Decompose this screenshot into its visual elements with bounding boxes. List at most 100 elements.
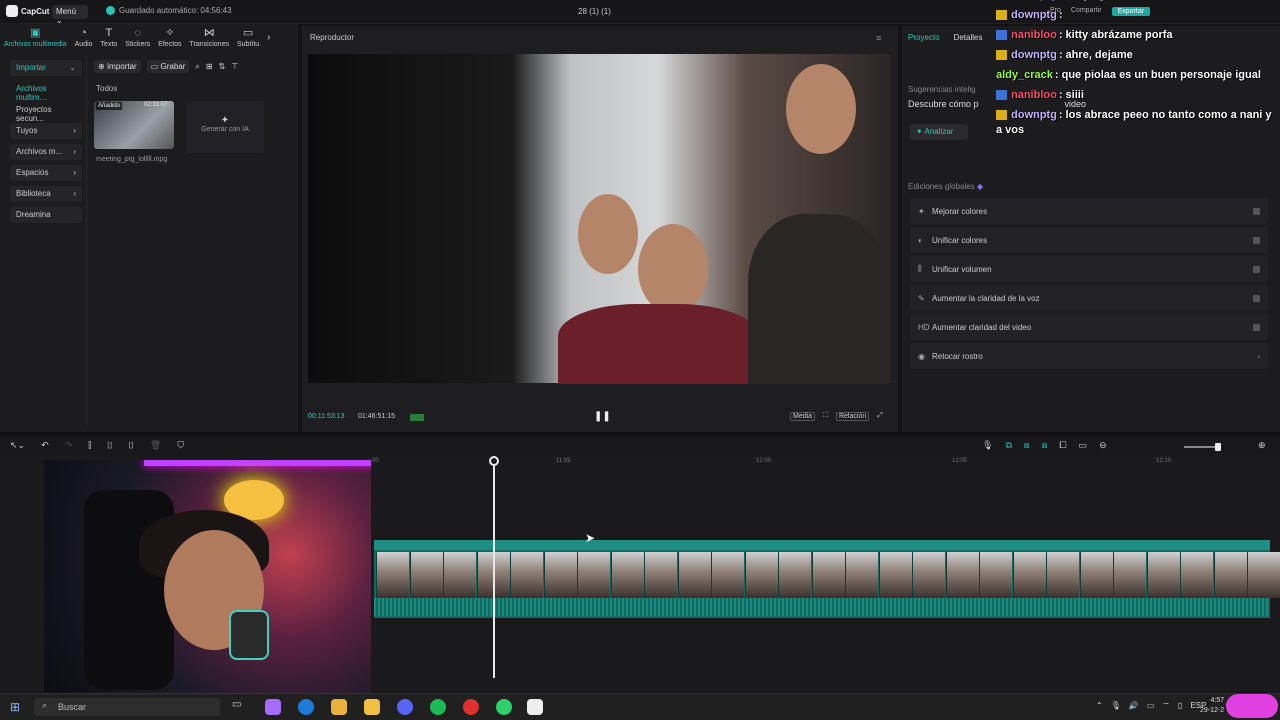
obs-icon[interactable] — [463, 699, 479, 715]
filter-icon[interactable]: ⊤ — [231, 62, 238, 71]
toggle-switch[interactable] — [1253, 294, 1260, 302]
sidebar-item[interactable]: Archivos multim... — [10, 81, 82, 102]
delete-icon[interactable]: 🗑 — [150, 440, 161, 451]
undo-icon[interactable]: ↶ — [41, 440, 49, 451]
sidebar-item[interactable]: Biblioteca › — [10, 186, 82, 202]
volume-icon[interactable]: 🔊 — [1129, 701, 1139, 711]
wifi-icon[interactable]: ⌔ — [1162, 701, 1170, 711]
toolbar-text[interactable]: T Texto — [101, 26, 118, 52]
playhead[interactable] — [493, 458, 495, 678]
autosave-status: Guardado automático: 04:56:43 — [106, 6, 232, 15]
snap-icon[interactable]: ⧈ — [1042, 440, 1048, 451]
global-edit-item[interactable]: ◐ Unificar colores — [910, 227, 1268, 253]
global-edit-item[interactable]: ✎ Aumentar la claridad de la voz — [910, 285, 1268, 311]
global-edit-label: Mejorar colores — [932, 206, 988, 216]
timeline-tools-right: 🎙 ⧉ ⧇ ⧈ ⧠ ▭ ⊖ — [982, 440, 1107, 451]
toggle-switch[interactable] — [1253, 265, 1260, 273]
toolbar-audio[interactable]: ◔ Audio — [75, 26, 93, 52]
toolbar-label: Archivos multimedia — [4, 41, 67, 48]
app-icon[interactable] — [496, 699, 512, 715]
tab-project[interactable]: Proyecto — [908, 33, 940, 42]
toolbar-media[interactable]: ▣ Archivos multimedia — [4, 26, 67, 52]
split-icon[interactable]: ⫿ — [88, 440, 91, 451]
toggle-switch[interactable] — [1253, 236, 1260, 244]
chevron-up-icon[interactable]: ⌃ — [1096, 701, 1103, 711]
taskbar-search[interactable]: ⌕ Buscar — [34, 698, 220, 716]
trim-right-icon[interactable]: ⌷ — [128, 440, 133, 451]
sort-icon[interactable]: ⇅ — [219, 62, 226, 71]
record-button[interactable]: ▭ Grabar — [146, 60, 190, 73]
discord-icon[interactable] — [397, 699, 413, 715]
edge-icon[interactable] — [298, 699, 314, 715]
search-icon[interactable]: ⌕ — [195, 62, 199, 72]
chat-username: nanibloo — [1011, 29, 1057, 41]
toggle-switch[interactable] — [1253, 323, 1260, 331]
global-edit-icon: ◉ — [918, 351, 925, 361]
player-menu-icon[interactable]: ≡ — [876, 33, 881, 43]
trim-left-icon[interactable]: ⌷ — [107, 440, 112, 451]
tab-details[interactable]: Detalles — [954, 33, 983, 42]
copilot-icon[interactable] — [265, 699, 281, 715]
redo-icon[interactable]: ↷ — [65, 440, 73, 451]
clip-frame — [946, 552, 979, 598]
clock[interactable]: 4:57 29-12-2 — [1200, 696, 1224, 716]
import-button[interactable]: ⊕ Importar — [94, 60, 141, 73]
chat-badge-icon — [996, 110, 1007, 121]
microphone-icon[interactable]: 🎙 — [982, 440, 993, 451]
zoom-slider-knob[interactable] — [1215, 443, 1221, 451]
sidebar-item[interactable]: Espacios › — [10, 165, 82, 181]
capcut-taskbar-icon[interactable] — [527, 699, 543, 715]
windows-start-icon[interactable]: ⊞ — [10, 700, 20, 714]
sidebar-item[interactable]: Dreamina — [10, 207, 82, 223]
sidebar-item[interactable]: Archivos m... › — [10, 144, 82, 160]
chevron-right-icon[interactable]: › — [1257, 352, 1260, 361]
analyze-button[interactable]: ✦ Analizar — [910, 124, 968, 140]
mic-tray-icon[interactable]: 🎙 — [1111, 701, 1121, 711]
global-edit-item[interactable]: ⫼ Unificar volumen — [910, 256, 1268, 282]
video-track-header[interactable] — [374, 540, 1270, 550]
global-edit-item[interactable]: ◉ Retocar rostro › — [910, 343, 1268, 369]
media-button[interactable]: Media — [790, 412, 816, 421]
zoom-in-icon[interactable]: ⊕ — [1258, 440, 1266, 451]
toggle-switch[interactable] — [1253, 207, 1260, 215]
timeline-ruler[interactable]: 00 11:55 12:00 12:05 12:10 — [372, 458, 1280, 470]
app-logo: CapCut — [6, 5, 49, 17]
preview-axis-icon[interactable]: ⧠ — [1059, 440, 1066, 451]
toolbar-next-icon[interactable]: › — [267, 26, 270, 52]
video-preview[interactable] — [308, 54, 891, 384]
link-icon[interactable]: ⧉ — [1005, 440, 1011, 451]
global-edit-icon: ⫼ — [918, 264, 922, 273]
playhead-handle[interactable] — [489, 456, 499, 466]
total-timecode: 01:46:51:15 — [358, 413, 395, 420]
battery-icon[interactable]: ▯ — [1178, 701, 1182, 711]
global-edit-item[interactable]: ✦ Mejorar colores — [910, 198, 1268, 224]
toolbar-effects[interactable]: ✧ Efectos — [158, 26, 181, 52]
menu-button[interactable]: Menú ⌄ — [52, 5, 88, 25]
pause-button[interactable]: ❚❚ — [594, 411, 611, 422]
ratio-button[interactable]: Relación — [835, 412, 870, 421]
network-icon[interactable]: ▭ — [1147, 701, 1155, 711]
magnet-icon[interactable]: ⧇ — [1024, 440, 1030, 451]
clip-frame — [1080, 552, 1113, 598]
sidebar-item[interactable]: Proyectos secun... — [10, 102, 82, 123]
global-edit-item[interactable]: HD Aumentar claridad del video — [910, 314, 1268, 340]
file-explorer-icon[interactable] — [331, 699, 347, 715]
fullscreen-icon[interactable]: ⤢ — [877, 412, 883, 421]
toolbar-transition[interactable]: ⋈ Transiciones — [190, 26, 229, 52]
project-title[interactable]: 28 (1) (1) — [578, 7, 611, 16]
shield-icon[interactable]: ⛉ — [177, 440, 184, 451]
sidebar-item[interactable]: Tuyos › — [10, 123, 82, 139]
task-view-icon[interactable]: ▭ — [232, 699, 248, 715]
grid-view-icon[interactable]: ⊞ — [206, 62, 213, 71]
select-tool-icon[interactable]: ↖⌄ — [10, 440, 25, 451]
toolbar-subtitle[interactable]: ▭ Subtítu — [237, 26, 259, 52]
sidebar-item[interactable]: Importar ⌄ — [10, 60, 82, 76]
spotify-icon[interactable] — [430, 699, 446, 715]
fit-icon[interactable]: ⛶ — [823, 412, 828, 421]
store-icon[interactable] — [364, 699, 380, 715]
global-edits-list: ✦ Mejorar colores ◐ Unificar colores ⫼ Unific… — [910, 198, 1268, 372]
zoom-out-icon[interactable]: ⊖ — [1099, 440, 1107, 451]
toolbar-sticker[interactable]: ◌ Stickers — [125, 26, 150, 52]
generate-ai-button[interactable]: ✦ Generar con IA — [186, 101, 264, 153]
caption-icon[interactable]: ▭ — [1079, 440, 1088, 451]
